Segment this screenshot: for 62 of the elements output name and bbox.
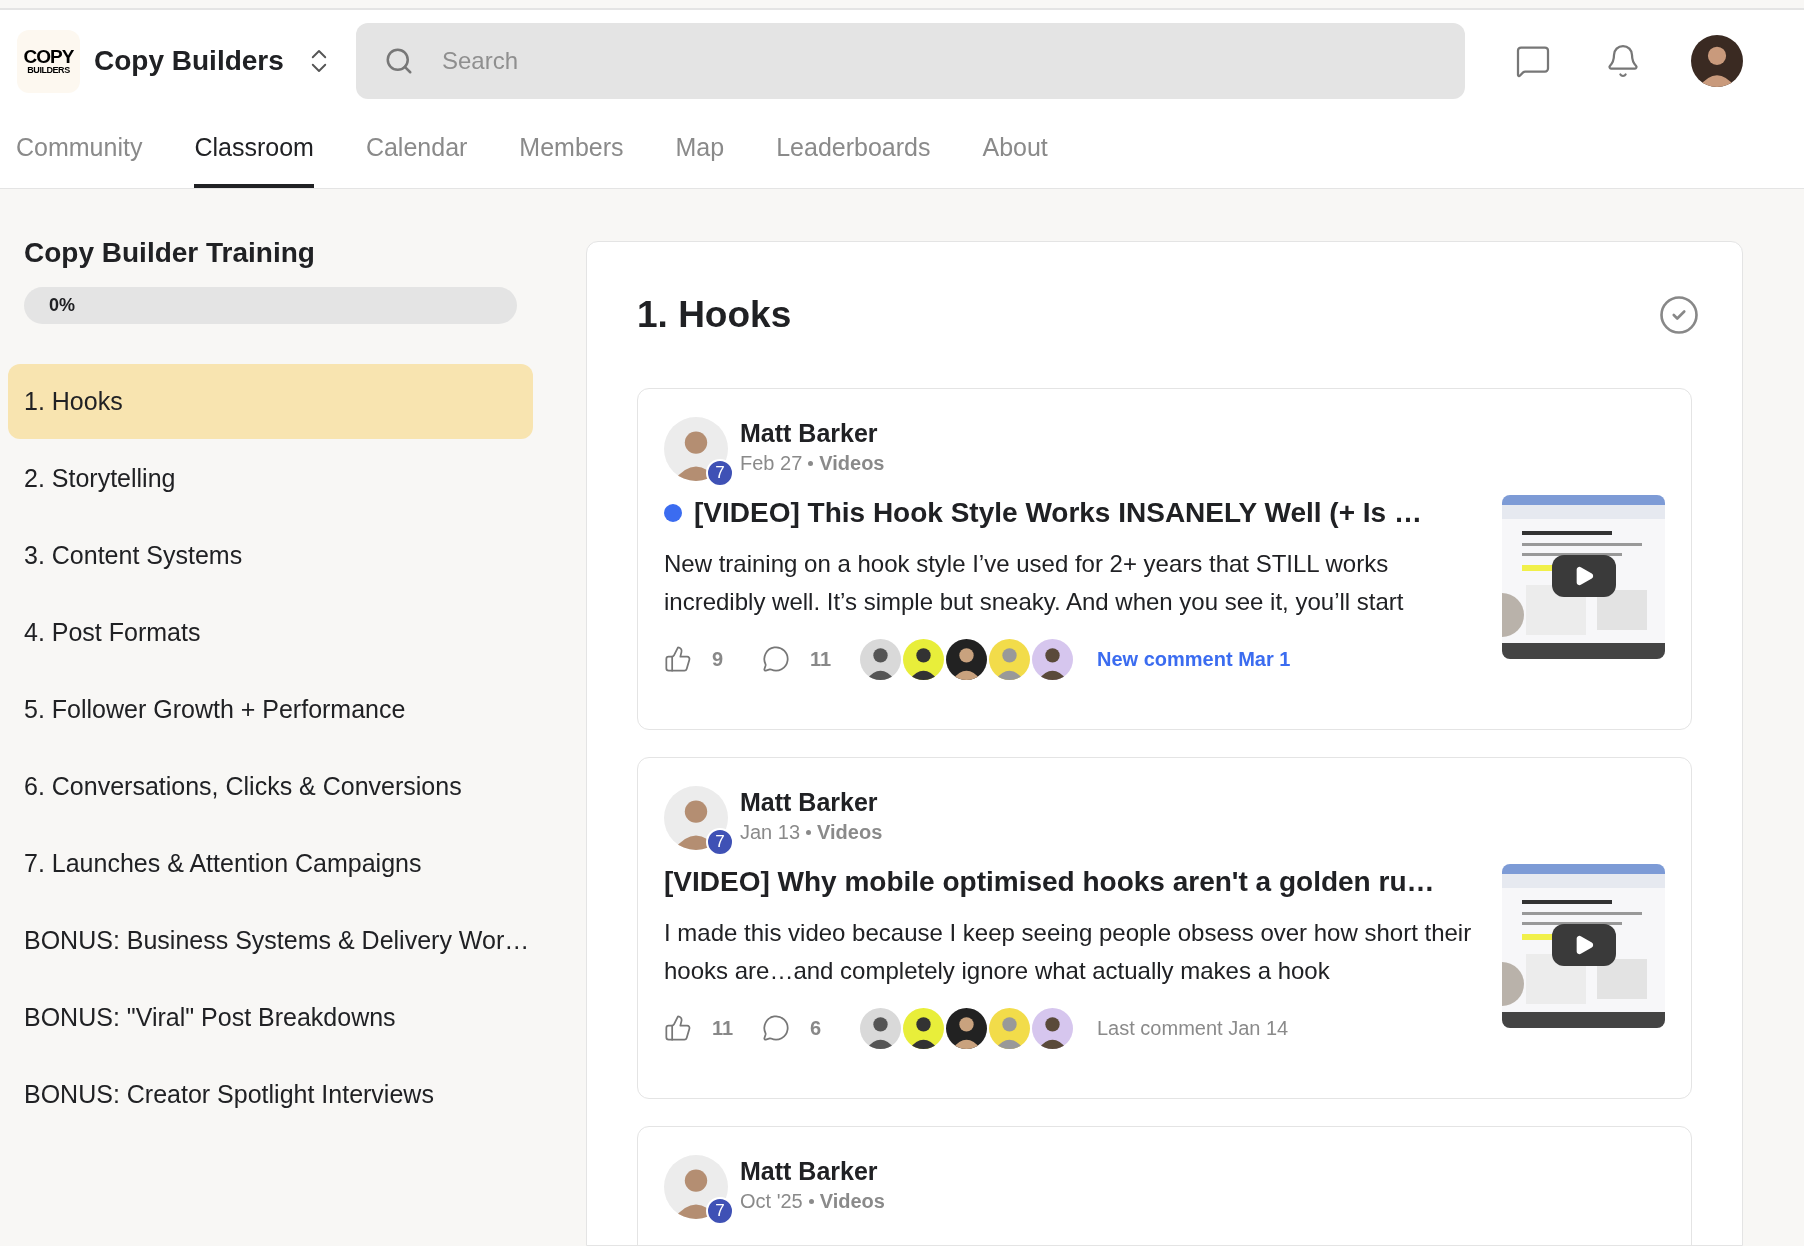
module-item[interactable]: 1. Hooks	[8, 364, 533, 439]
post-excerpt: I made this video because I keep seeing people obsess over how short their hooks are…and completely ignore what actually makes a hook	[664, 918, 1473, 986]
commenter-avatar	[989, 638, 1030, 680]
group-logo[interactable]: COPY BUILDERS	[17, 29, 80, 93]
comment-icon[interactable]	[762, 1014, 790, 1042]
like-icon[interactable]	[664, 645, 692, 673]
commenter-avatar	[903, 638, 944, 680]
like-count: 11	[712, 1016, 735, 1041]
notifications-icon[interactable]	[1605, 43, 1641, 79]
module-item[interactable]: BONUS: Creator Spotlight Interviews	[8, 1057, 533, 1132]
module-item[interactable]: BONUS: Business Systems & Delivery Wor…	[8, 903, 533, 978]
module-item[interactable]: BONUS: "Viral" Post Breakdowns	[8, 980, 533, 1055]
course-title: Copy Builder Training	[23, 236, 316, 270]
logo-text: COPY	[23, 47, 74, 66]
author-name[interactable]: Matt Barker	[740, 786, 883, 818]
play-icon[interactable]	[1552, 924, 1616, 966]
commenter-avatar	[1032, 638, 1073, 680]
like-icon[interactable]	[664, 1014, 692, 1042]
progress-reading: 0%	[49, 294, 75, 317]
comment-count: 11	[810, 647, 833, 672]
module-item[interactable]: 3. Content Systems	[8, 518, 533, 593]
comment-icon[interactable]	[762, 645, 790, 673]
play-icon[interactable]	[1552, 555, 1616, 597]
commenter-avatar	[1032, 1007, 1073, 1049]
level-badge: 7	[706, 1197, 734, 1225]
commenter-avatar	[903, 1007, 944, 1049]
search-field[interactable]: Search	[356, 23, 1465, 99]
commenter-avatar	[989, 1007, 1030, 1049]
level-badge: 7	[706, 459, 734, 487]
post-card[interactable]	[637, 388, 1692, 730]
search-input[interactable]: Search	[442, 43, 1437, 79]
level-badge: 7	[706, 828, 734, 856]
commenter-avatar	[946, 1007, 987, 1049]
comment-count: 6	[810, 1016, 823, 1041]
like-count: 9	[712, 647, 725, 672]
search-icon	[384, 46, 414, 76]
complete-check-icon[interactable]	[1658, 294, 1700, 336]
commenter-avatar	[946, 638, 987, 680]
commenter-avatar	[860, 1007, 901, 1049]
author-name[interactable]: Matt Barker	[740, 1155, 885, 1187]
module-item[interactable]: 7. Launches & Attention Campaigns	[8, 826, 533, 901]
nav-tab[interactable]: Classroom	[194, 112, 314, 188]
logo-text: BUILDERS	[27, 66, 70, 75]
post-date: Feb 27	[740, 451, 803, 476]
post-excerpt: New training on a hook style I’ve used for 2+ years that STILL works incredibly well. It’s simple but sneaky. And when you see it, you’ll start	[664, 549, 1405, 617]
module-item[interactable]: 5. Follower Growth + Performance	[8, 672, 533, 747]
post-title[interactable]: [VIDEO] Why mobile optimised hooks aren't a golden ru…	[664, 861, 1435, 903]
module-item[interactable]: 6. Conversations, Clicks & Conversions	[8, 749, 533, 824]
post-title[interactable]: [VIDEO] This Hook Style Works INSANELY Well (+ Is …	[694, 492, 1422, 534]
post-date: Jan 13	[740, 820, 801, 845]
comment-activity[interactable]: New comment Mar 1	[1097, 644, 1291, 674]
chat-icon[interactable]	[1515, 43, 1551, 79]
module-item[interactable]: 2. Storytelling	[8, 441, 533, 516]
author-name[interactable]: Matt Barker	[740, 417, 885, 449]
module-item[interactable]: 4. Post Formats	[8, 595, 533, 670]
group-name[interactable]: Copy Builders	[94, 40, 304, 82]
post-date: Oct '25	[740, 1189, 803, 1214]
post-card[interactable]	[637, 757, 1692, 1099]
user-avatar	[1691, 35, 1743, 87]
post-card[interactable]: 7 Matt Barker Oct '25 Videos	[637, 1126, 1692, 1245]
lesson-title: 1. Hooks	[637, 293, 792, 338]
commenter-avatar	[860, 638, 901, 680]
